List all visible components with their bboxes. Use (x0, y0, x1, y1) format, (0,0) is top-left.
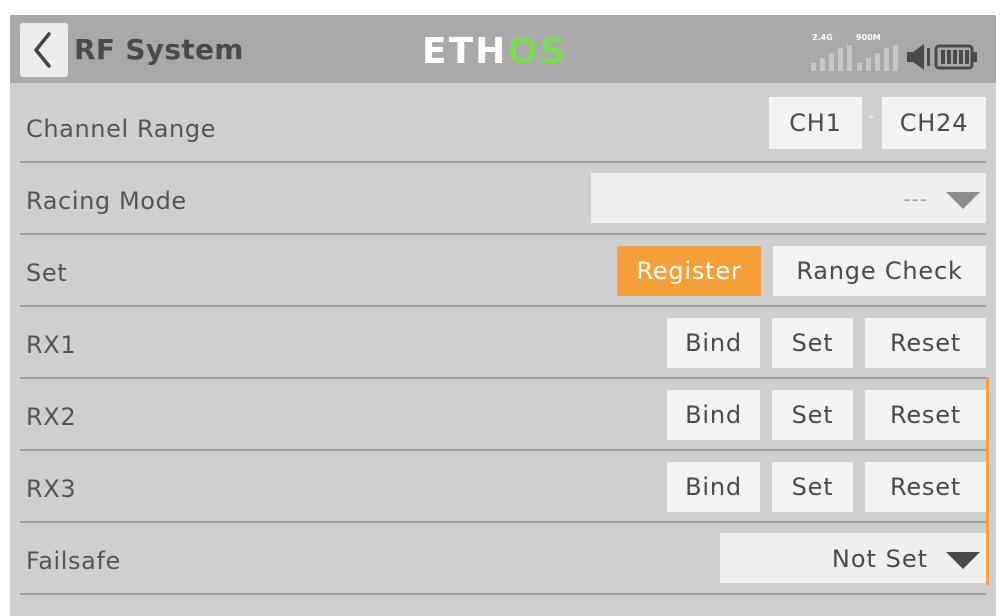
logo-text-eth: ETH (422, 31, 508, 72)
range-separator: - (869, 109, 875, 125)
range-check-button[interactable]: Range Check (773, 246, 986, 296)
band-label-2g4: 2.4G (812, 33, 833, 42)
logo-text-os: OS (507, 31, 568, 72)
ethos-logo: ETHOS (422, 31, 568, 72)
row-racing-mode: Racing Mode --- (20, 163, 986, 235)
row-rx3: RX3 Bind Set Reset (20, 451, 986, 523)
header-bar: RF System ETHOS 2.4G 900M (10, 15, 996, 83)
back-button[interactable] (20, 23, 68, 77)
status-indicators: 2.4G 900M (798, 33, 983, 75)
chevron-left-icon (34, 32, 51, 68)
row-set: Set Register Range Check (20, 235, 986, 307)
chevron-down-icon (946, 552, 980, 569)
row-channel-range: Channel Range CH1 - CH24 (20, 91, 986, 163)
rx3-bind-button[interactable]: Bind (667, 462, 760, 512)
row-label: Failsafe (26, 547, 121, 575)
rx2-bind-button[interactable]: Bind (667, 390, 760, 440)
rx1-set-button[interactable]: Set (772, 318, 853, 368)
rx2-set-button[interactable]: Set (772, 390, 853, 440)
racing-mode-dropdown[interactable]: --- (591, 173, 986, 223)
row-label: RX2 (26, 403, 77, 431)
signal-bars-icon (857, 45, 898, 71)
band-label-900m: 900M (856, 33, 881, 42)
chevron-down-icon (946, 192, 980, 209)
rx3-set-button[interactable]: Set (772, 462, 853, 512)
channel-start-field[interactable]: CH1 (769, 97, 862, 149)
battery-icon (934, 44, 977, 70)
page-title: RF System (74, 33, 244, 66)
rx1-bind-button[interactable]: Bind (667, 318, 760, 368)
scrollbar[interactable] (986, 377, 989, 585)
dropdown-value: Not Set (831, 545, 928, 573)
row-rx1: RX1 Bind Set Reset (20, 307, 986, 379)
dropdown-value: --- (903, 187, 928, 211)
rx3-reset-button[interactable]: Reset (865, 462, 986, 512)
speaker-icon (907, 44, 930, 70)
row-label: RX3 (26, 475, 77, 503)
signal-bars-icon (811, 45, 852, 71)
row-label: Set (26, 259, 68, 287)
rx2-reset-button[interactable]: Reset (865, 390, 986, 440)
failsafe-dropdown[interactable]: Not Set (720, 533, 986, 583)
row-rx2: RX2 Bind Set Reset (20, 379, 986, 451)
rx1-reset-button[interactable]: Reset (865, 318, 986, 368)
row-label: Racing Mode (26, 187, 187, 215)
row-label: RX1 (26, 331, 77, 359)
rf-system-screen: RF System ETHOS 2.4G 900M Channel Range … (10, 15, 996, 616)
channel-end-field[interactable]: CH24 (882, 97, 986, 149)
row-failsafe: Failsafe Not Set (20, 523, 986, 595)
row-label: Channel Range (26, 115, 217, 143)
register-button[interactable]: Register (617, 246, 761, 296)
